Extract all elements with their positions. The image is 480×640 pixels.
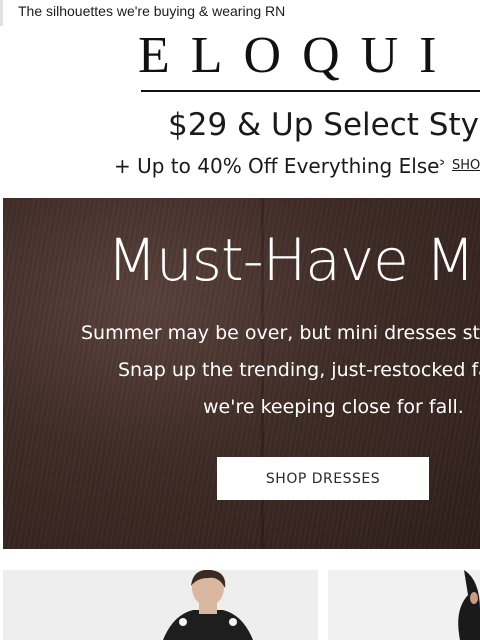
hero-headline: Must-Have Mini	[107, 226, 480, 294]
hero-banner[interactable]: Must-Have Mini Summer may be over, but m…	[3, 198, 480, 549]
brand-logo[interactable]: ELOQUI	[138, 30, 480, 82]
shop-dresses-button[interactable]: SHOP DRESSES	[217, 457, 429, 500]
model-photo-icon	[163, 570, 253, 640]
product-card[interactable]	[3, 570, 318, 640]
promo-subline: + Up to 40% Off Everything Else*	[114, 154, 444, 178]
logo-divider	[141, 90, 480, 92]
hero-body-line: we're keeping close for fall.	[203, 396, 464, 418]
hero-body-line: Summer may be over, but mini dresses sta…	[81, 322, 480, 344]
product-card[interactable]	[328, 570, 480, 640]
promo-headline[interactable]: $29 & Up Select Styles	[168, 104, 480, 146]
preheader: The silhouettes we're buying & wearing R…	[0, 0, 480, 26]
preheader-divider	[0, 0, 3, 26]
hero-body-line: Snap up the trending, just-restocked fav…	[118, 359, 480, 381]
promo-shop-link[interactable]: SHOP	[452, 156, 480, 176]
preheader-text: The silhouettes we're buying & wearing R…	[18, 3, 286, 19]
model-photo-icon	[458, 570, 480, 640]
